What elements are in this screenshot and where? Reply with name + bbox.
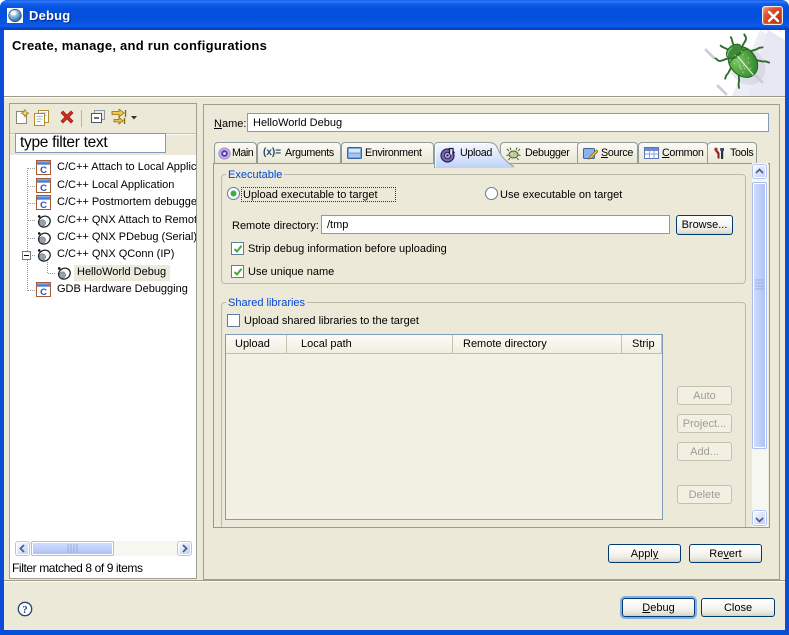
svg-text:C: C <box>40 200 47 210</box>
svg-text:?: ? <box>22 605 27 616</box>
svg-text:C: C <box>40 165 47 175</box>
svg-text:C: C <box>40 287 47 297</box>
svg-text:C: C <box>40 183 47 193</box>
